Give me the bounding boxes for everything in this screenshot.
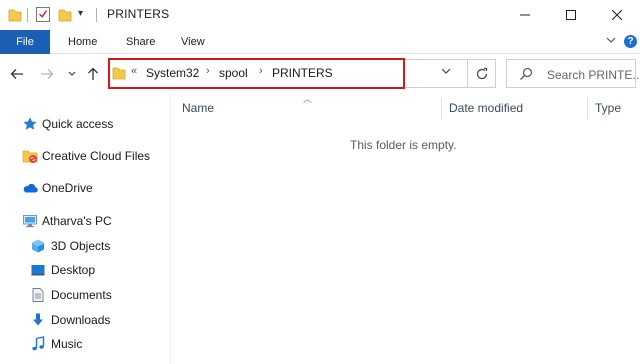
quick-access-toolbar-dropdown[interactable]: ▾ [78, 8, 83, 19]
document-icon [32, 288, 44, 302]
maximize-icon [566, 10, 576, 20]
column-header-type[interactable]: Type [595, 101, 621, 115]
column-header-name[interactable]: Name [182, 101, 214, 115]
expand-ribbon-chevron-icon[interactable] [606, 36, 616, 44]
sidebar-item-label: Downloads [51, 313, 111, 327]
forward-button[interactable] [38, 66, 56, 82]
breadcrumb-printers[interactable]: PRINTERS [272, 66, 333, 80]
back-arrow-icon [10, 69, 23, 79]
download-arrow-icon [33, 313, 43, 326]
desktop-icon [31, 265, 45, 276]
computer-icon [23, 215, 37, 228]
sort-ascending-icon: ︿ [303, 94, 313, 104]
maximize-button[interactable] [548, 0, 594, 30]
title-separator [96, 8, 97, 22]
cube-icon [32, 239, 44, 253]
sidebar-item-label: Documents [51, 288, 112, 302]
forward-arrow-icon [41, 69, 54, 79]
column-divider[interactable] [587, 98, 588, 120]
sidebar-item-label: Desktop [51, 263, 96, 277]
sidebar-item-creative-cloud-files[interactable]: Creative Cloud Files [0, 145, 170, 167]
chevron-down-icon [68, 71, 76, 76]
sidebar-item-documents[interactable]: Documents [0, 284, 170, 306]
search-input[interactable]: Search PRINTE... [506, 59, 640, 88]
sidebar-item-label: OneDrive [42, 181, 93, 195]
sidebar-item-onedrive[interactable]: OneDrive [0, 177, 170, 199]
tab-view[interactable]: View [181, 30, 205, 54]
folder-icon [8, 9, 22, 22]
sidebar-item-3d-objects[interactable]: 3D Objects [0, 235, 170, 257]
sidebar-item-label: Atharva's PC [42, 214, 112, 228]
sidebar-item-desktop[interactable]: Desktop [0, 259, 170, 281]
address-dropdown-icon[interactable] [441, 67, 451, 75]
sidebar-item-label: 3D Objects [51, 239, 111, 253]
back-button[interactable] [8, 66, 26, 82]
sidebar-item-label: Quick access [42, 117, 114, 131]
navigation-bar: « System32 › spool › PRINTERS Search PRI… [0, 54, 640, 94]
sidebar-item-quick-access[interactable]: Quick access [0, 113, 170, 135]
sidebar-item-this-pc[interactable]: Atharva's PC [0, 210, 170, 232]
up-arrow-icon [88, 67, 98, 80]
breadcrumb-system32[interactable]: System32 [146, 66, 199, 80]
pane-divider [170, 94, 171, 364]
sidebar-item-downloads[interactable]: Downloads [0, 309, 170, 331]
column-header-date-modified[interactable]: Date modified [449, 101, 523, 115]
music-note-icon [32, 336, 45, 351]
breadcrumb-spool[interactable]: spool [219, 66, 248, 80]
close-icon [612, 10, 622, 20]
search-icon [520, 67, 533, 80]
refresh-icon [476, 67, 488, 79]
refresh-button[interactable] [467, 59, 496, 88]
empty-folder-message: This folder is empty. [350, 138, 457, 152]
tab-home[interactable]: Home [68, 30, 97, 54]
address-overflow-chevron[interactable]: « [131, 65, 137, 77]
folder-icon [112, 67, 126, 80]
breadcrumb-separator[interactable]: › [206, 65, 210, 77]
close-button[interactable] [594, 0, 640, 30]
recent-locations-button[interactable] [65, 66, 79, 82]
up-button[interactable] [84, 66, 102, 82]
minimize-icon [520, 14, 530, 16]
navigation-pane: Quick access Creative Cloud Files OneDri… [0, 94, 170, 364]
sidebar-item-music[interactable]: Music [0, 333, 170, 355]
sidebar-item-label: Music [51, 337, 83, 351]
minimize-button[interactable] [502, 0, 548, 30]
tab-share[interactable]: Share [126, 30, 155, 54]
creative-cloud-folder-icon [22, 150, 38, 163]
column-divider[interactable] [441, 98, 442, 120]
search-placeholder: Search PRINTE... [547, 68, 640, 82]
cloud-icon [23, 183, 38, 193]
new-folder-icon[interactable] [58, 8, 72, 22]
ribbon-tabs: File Home Share View ? [0, 30, 640, 54]
help-icon[interactable]: ? [624, 35, 637, 48]
title-bar: ▾ PRINTERS [0, 0, 640, 30]
breadcrumb-separator[interactable]: › [259, 65, 263, 77]
tab-file[interactable]: File [0, 30, 50, 54]
sidebar-item-label: Creative Cloud Files [42, 149, 151, 163]
window-title: PRINTERS [107, 7, 170, 21]
properties-icon[interactable] [36, 7, 50, 22]
file-list-pane: ︿ Name Date modified Type This folder is… [170, 94, 640, 364]
star-icon [23, 117, 37, 130]
title-separator [27, 8, 28, 22]
